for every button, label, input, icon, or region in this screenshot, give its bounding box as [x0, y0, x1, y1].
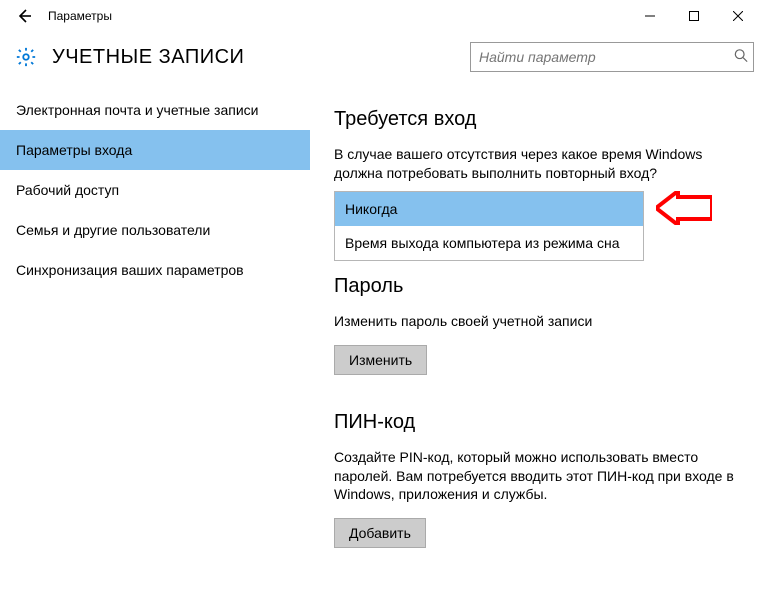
sidebar-item-sync-settings[interactable]: Синхронизация ваших параметров [0, 250, 310, 290]
password-heading: Пароль [334, 275, 748, 298]
sidebar-item-email-accounts[interactable]: Электронная почта и учетные записи [0, 90, 310, 130]
window-title: Параметры [48, 9, 628, 23]
signin-heading: Требуется вход [334, 108, 748, 131]
sidebar-item-signin-options[interactable]: Параметры входа [0, 130, 310, 170]
gear-icon [14, 45, 38, 69]
signin-description: В случае вашего отсутствия через какое в… [334, 145, 748, 183]
minimize-icon [645, 11, 655, 21]
pin-description: Создайте PIN-код, который можно использо… [334, 448, 748, 505]
back-arrow-icon [15, 7, 33, 25]
close-icon [733, 11, 743, 21]
back-button[interactable] [8, 0, 40, 32]
add-pin-button[interactable]: Добавить [334, 518, 426, 548]
password-description: Изменить пароль своей учетной записи [334, 312, 748, 331]
dropdown-option-never[interactable]: Никогда [335, 192, 643, 226]
maximize-icon [689, 11, 699, 21]
maximize-button[interactable] [672, 2, 716, 30]
minimize-button[interactable] [628, 2, 672, 30]
sidebar-item-work-access[interactable]: Рабочий доступ [0, 170, 310, 210]
dropdown-option-sleep[interactable]: Время выхода компьютера из режима сна [335, 226, 643, 260]
change-password-button[interactable]: Изменить [334, 345, 427, 375]
sidebar-item-family-users[interactable]: Семья и другие пользователи [0, 210, 310, 250]
page-title: УЧЕТНЫЕ ЗАПИСИ [52, 46, 244, 69]
pin-heading: ПИН-код [334, 411, 748, 434]
close-button[interactable] [716, 2, 760, 30]
sidebar: Электронная почта и учетные записи Парам… [0, 90, 310, 605]
signin-timeout-dropdown[interactable]: Никогда Время выхода компьютера из режим… [334, 191, 644, 261]
search-input[interactable] [470, 42, 754, 72]
